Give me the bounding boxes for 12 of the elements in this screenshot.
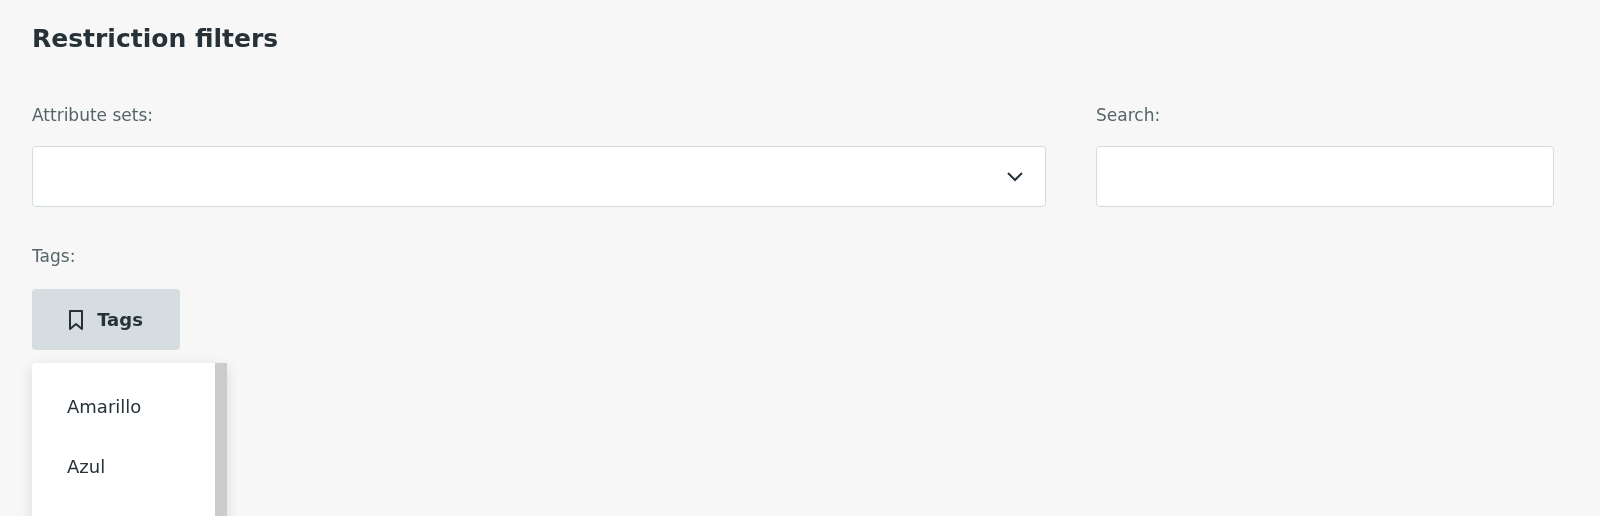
tags-button[interactable]: Tags xyxy=(32,289,180,350)
field-label: Search: xyxy=(1096,104,1161,127)
field-label: Attribute sets: xyxy=(32,104,154,127)
page-title: Restriction filters xyxy=(32,23,280,55)
bookmark-icon xyxy=(69,309,84,330)
dropdown-option[interactable]: Azul xyxy=(67,453,106,481)
search-field[interactable] xyxy=(1096,146,1554,207)
field-label: Tags: xyxy=(32,245,76,268)
chevron-down-icon xyxy=(1007,171,1023,182)
attribute-sets-select[interactable] xyxy=(32,146,1046,207)
scrollbar[interactable] xyxy=(215,363,227,516)
dropdown-option[interactable]: Amarillo xyxy=(67,393,142,421)
